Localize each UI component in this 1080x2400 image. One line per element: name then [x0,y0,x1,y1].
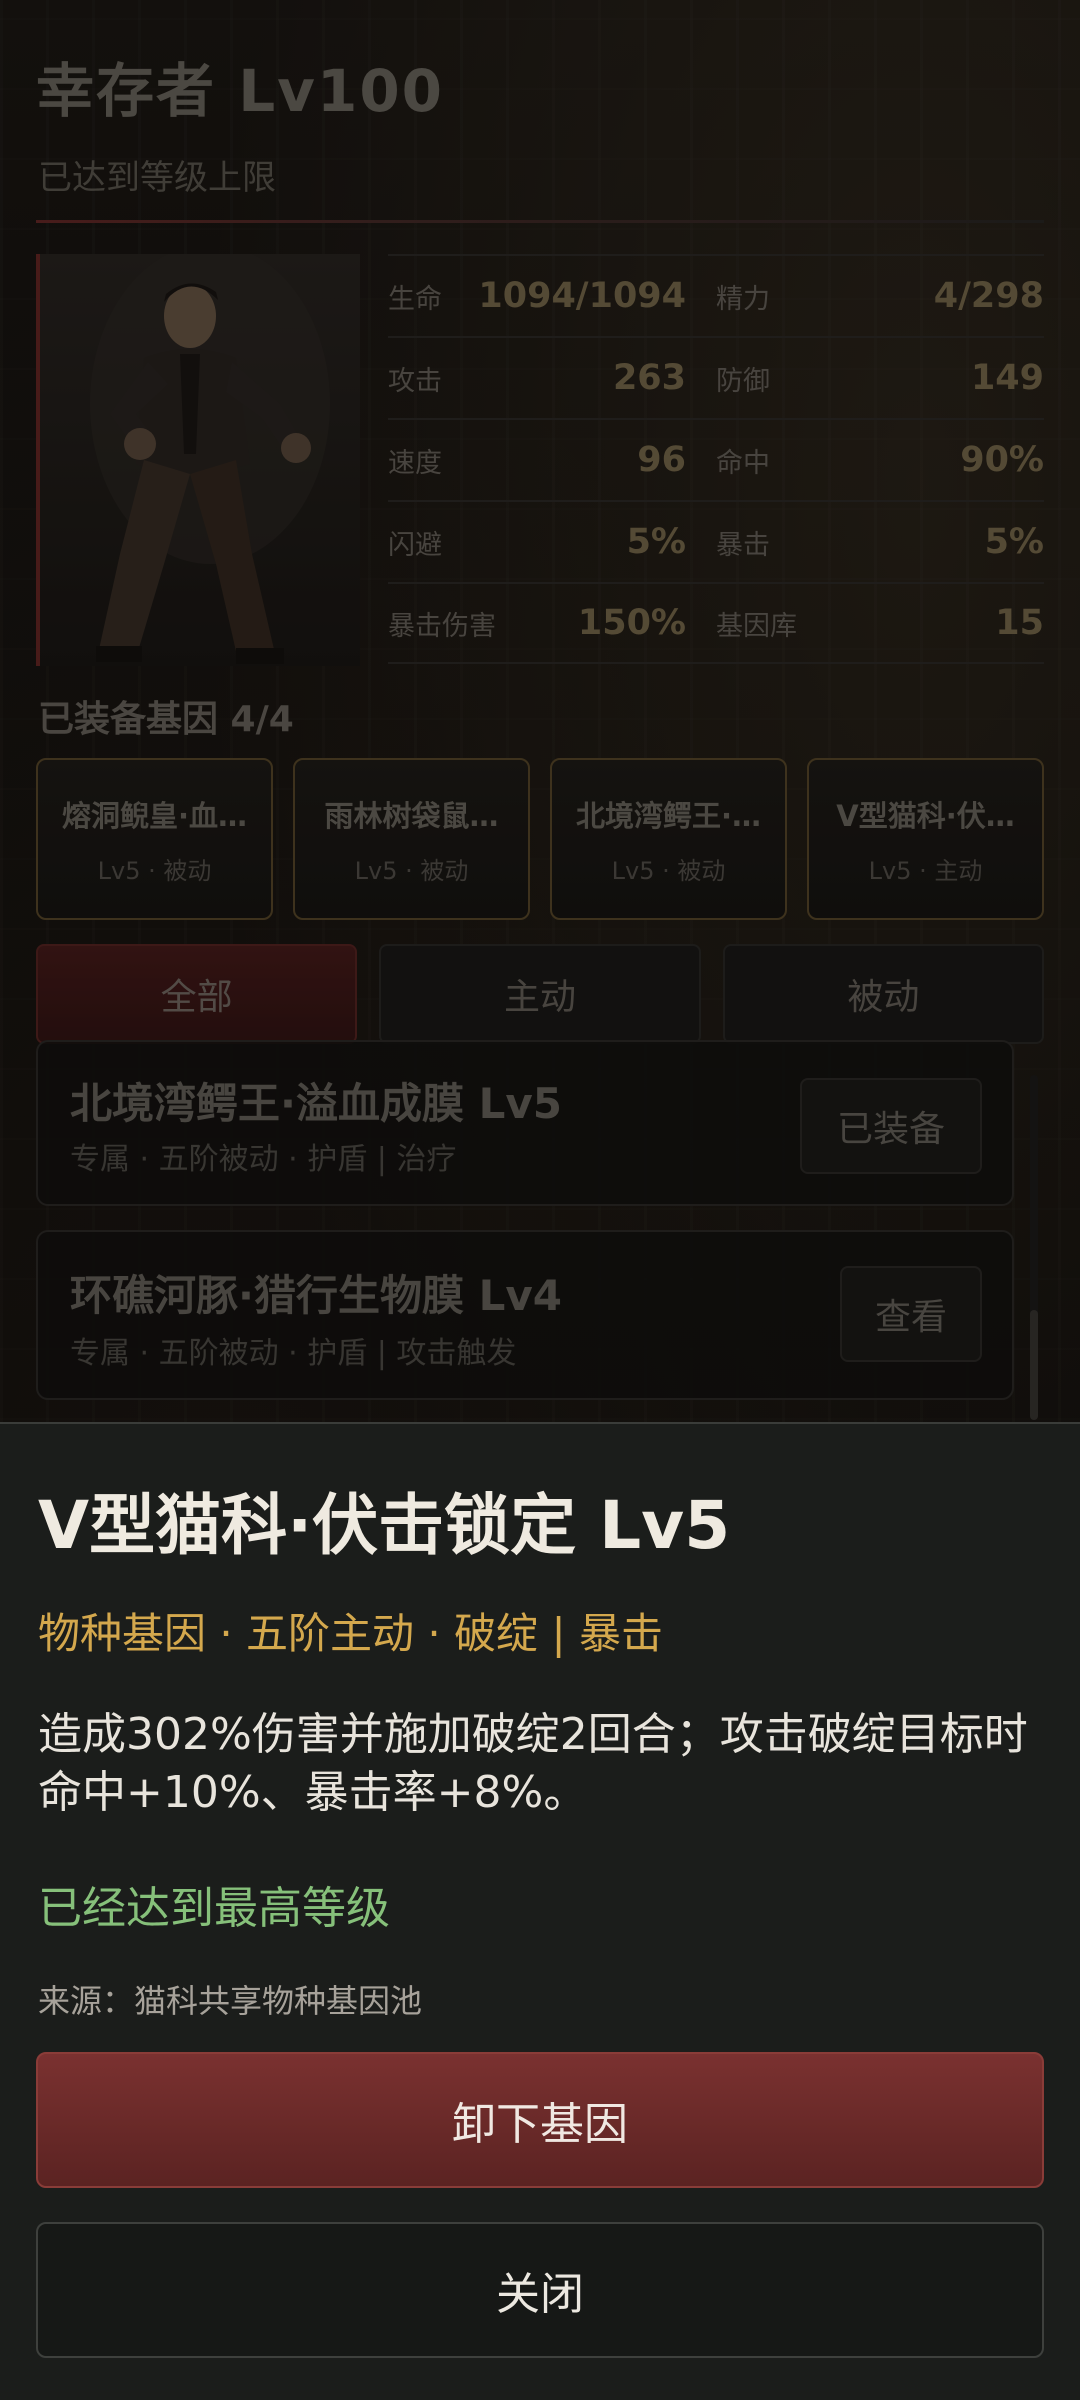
unequip-gene-button[interactable]: 卸下基因 [36,2052,1044,2188]
gene-source: 来源：猫科共享物种基因池 [38,1982,423,2020]
modal-backdrop[interactable] [0,0,1080,1422]
gene-detail-sheet: V型猫科·伏击锁定 Lv5 物种基因 · 五阶主动 · 破绽 | 暴击 造成30… [0,1422,1080,2400]
max-level-status: 已经达到最高等级 [38,1883,390,1934]
gene-detail-title: V型猫科·伏击锁定 Lv5 [38,1487,731,1564]
gene-detail-description: 造成302%伤害并施加破绽2回合；攻击破绽目标时命中+10%、暴击率+8%。 [38,1709,1028,1818]
gene-detail-tags: 物种基因 · 五阶主动 · 破绽 | 暴击 [38,1609,663,1658]
close-button[interactable]: 关闭 [36,2222,1044,2358]
